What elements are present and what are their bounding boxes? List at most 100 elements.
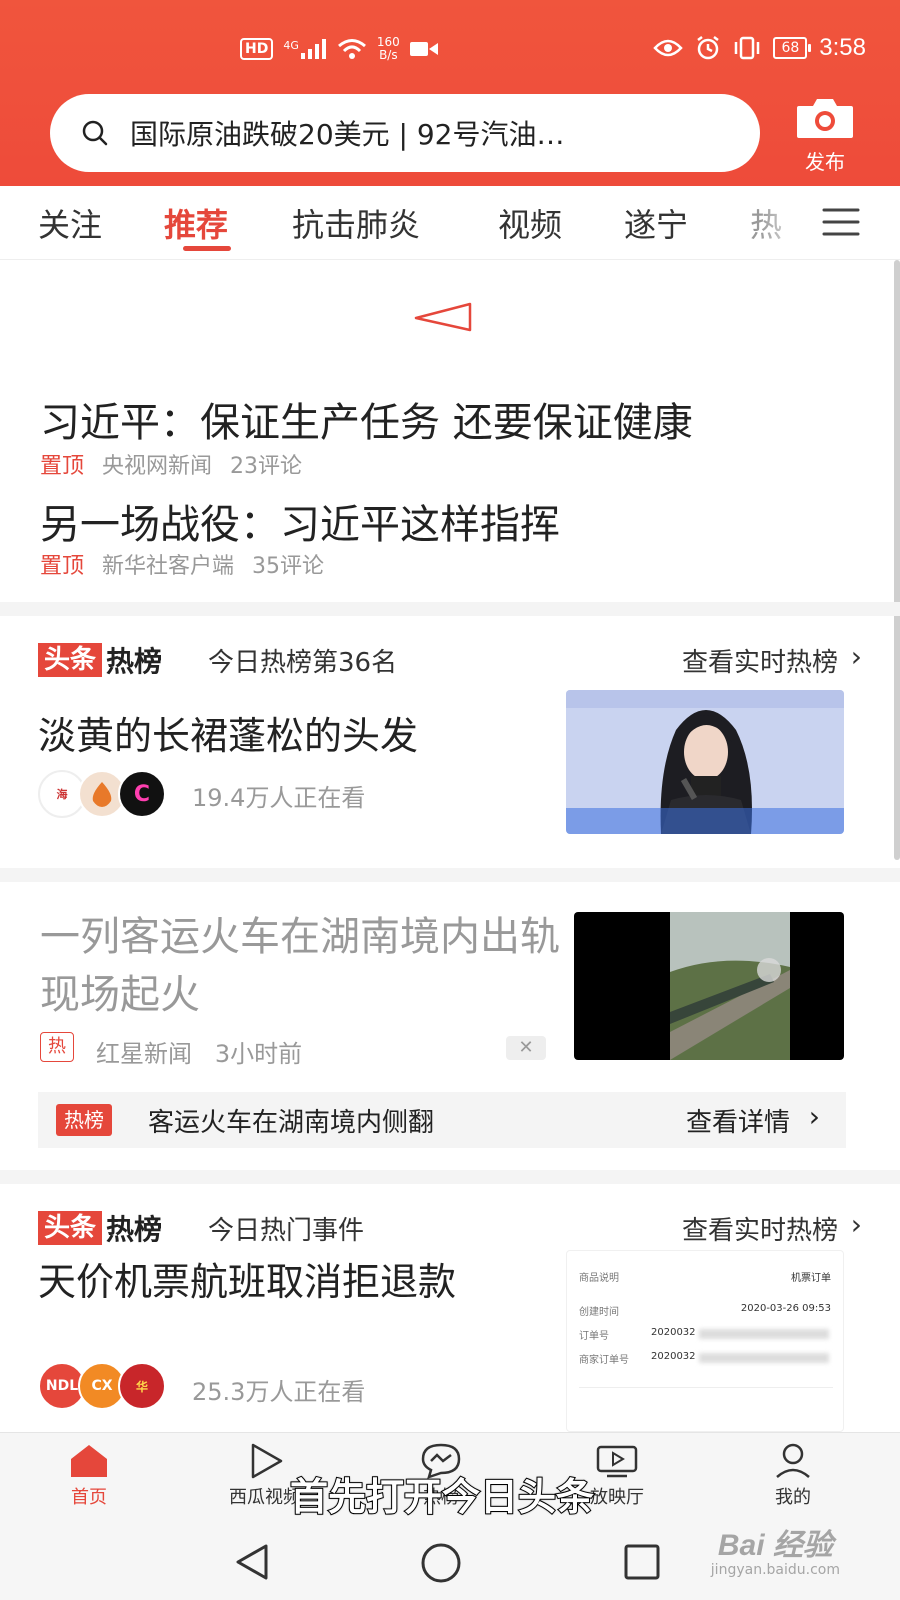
tv-icon (596, 1445, 638, 1478)
publish-button[interactable]: 发布 (780, 96, 870, 175)
logo-toutiao: 头条 (38, 643, 103, 677)
hot-list-badge: 热榜 (56, 1104, 112, 1136)
nav-profile[interactable]: 我的 (728, 1443, 858, 1509)
receipt-label: 订单号 (579, 1331, 609, 1342)
clock: 3:58 (819, 34, 866, 61)
nav-label: 首页 (71, 1487, 107, 1508)
section-divider (0, 602, 900, 616)
top-story-title[interactable]: 习近平：保证生产任务 还要保证健康 (40, 390, 693, 448)
news-time: 3小时前 (214, 1040, 303, 1068)
receipt-label: 商家订单号 (579, 1355, 629, 1366)
chevron-right-icon: › (808, 1100, 820, 1133)
camera-icon (797, 99, 853, 138)
section-divider (0, 1170, 900, 1184)
hot-banner-text: 客运火车在湖南境内侧翻 (148, 1108, 435, 1138)
publish-label: 发布 (805, 150, 845, 174)
home-icon (71, 1445, 107, 1477)
scrollbar[interactable] (894, 260, 900, 860)
alarm-icon (697, 36, 720, 60)
receipt-value: 机票订单 (791, 1273, 831, 1284)
receipt-thumbnail[interactable]: 商品说明 机票订单 创建时间 2020-03-26 09:53 订单号 2020… (566, 1250, 844, 1432)
receipt-label: 商品说明 (579, 1273, 619, 1284)
news-title[interactable]: 一列客运火车在湖南境内出轨 现场起火 (40, 908, 560, 1024)
view-hot-list-link[interactable]: 查看实时热榜 (682, 642, 838, 679)
hot-list-banner[interactable]: 热榜 客运火车在湖南境内侧翻 查看详情 › (38, 1092, 846, 1148)
source-avatars: 海 C (38, 770, 166, 818)
viewer-count: 25.3万人正在看 (192, 1378, 366, 1406)
channel-tabs: 关注 推荐 抗击肺炎 视频 遂宁 热 (0, 186, 900, 260)
singer-thumbnail[interactable] (566, 690, 844, 834)
hd-indicator: HD (240, 38, 274, 60)
story-source: 央视网新闻 (102, 454, 213, 479)
menu-icon[interactable] (822, 206, 860, 238)
recent-icon[interactable] (622, 1542, 662, 1582)
logo-rebang: 热榜 (106, 645, 163, 678)
tab-fight-pneumonia[interactable]: 抗击肺炎 (292, 200, 420, 246)
hot-rank-subtitle: 今日热榜第36名 (208, 648, 398, 678)
baidu-jingyan-watermark: Bai 经验 jingyan.baidu.com (711, 1520, 840, 1578)
back-icon[interactable] (232, 1542, 272, 1582)
eye-comfort-icon (653, 39, 684, 57)
hot-event-subtitle: 今日热门事件 (208, 1216, 365, 1246)
hot-story-title[interactable]: 淡黄的长裙蓬松的头发 (38, 710, 418, 762)
pinned-badge: 置顶 (40, 454, 85, 479)
person-icon (776, 1443, 810, 1478)
top-story-title[interactable]: 另一场战役：习近平这样指挥 (40, 492, 560, 550)
receipt-value: 2020032 (651, 1351, 696, 1362)
search-hint: 国际原油跌破20美元 | 92号汽油… (130, 118, 565, 151)
tab-suining[interactable]: 遂宁 (624, 200, 688, 246)
tab-recommend[interactable]: 推荐 (164, 200, 228, 246)
blurred-text (699, 1329, 829, 1339)
chevron-right-icon[interactable]: › (851, 640, 862, 673)
receipt-value: 2020032 (651, 1327, 696, 1338)
nav-home[interactable]: 首页 (24, 1443, 154, 1509)
tab-video[interactable]: 视频 (498, 200, 562, 246)
vibrate-icon (735, 36, 760, 60)
section-divider (0, 868, 900, 882)
news-source-name: 红星新闻 (96, 1040, 192, 1068)
story-source: 新华社客户端 (102, 554, 235, 579)
hot-story-title[interactable]: 天价机票航班取消拒退款 (38, 1256, 538, 1308)
train-video-thumbnail[interactable] (574, 912, 844, 1060)
search-icon (82, 120, 108, 146)
watermark-url: jingyan.baidu.com (710, 1562, 840, 1578)
hot-list-logo: 头条 热榜 (38, 640, 162, 680)
tab-fade (760, 186, 810, 258)
logo-toutiao: 头条 (38, 1211, 103, 1245)
comment-count: 23评论 (230, 454, 303, 479)
pinned-badge: 置顶 (40, 554, 85, 579)
chevron-right-icon[interactable]: › (851, 1208, 862, 1241)
receipt-label: 创建时间 (579, 1307, 619, 1318)
hot-tag: 热 (40, 1032, 74, 1062)
hot-list-logo: 头条 热榜 (38, 1208, 162, 1248)
active-tab-indicator (183, 246, 231, 251)
video-record-icon (409, 42, 438, 56)
status-bar: HD 4G 160 B/s 68 3:58 (0, 30, 900, 76)
comment-count: 35评论 (252, 554, 325, 579)
tab-follow[interactable]: 关注 (38, 200, 102, 246)
tutorial-caption: 首先打开今日头条 (289, 1474, 595, 1520)
blurred-text (699, 1353, 829, 1363)
logo-rebang: 热榜 (106, 1213, 163, 1246)
avatar: C (118, 770, 166, 818)
receipt-value: 2020-03-26 09:53 (740, 1303, 831, 1314)
top-header: HD 4G 160 B/s 68 3:58 国际原油跌破20美元 | 92号汽油… (0, 0, 900, 186)
search-bar[interactable]: 国际原油跌破20美元 | 92号汽油… (50, 94, 760, 172)
pull-refresh-icon (414, 302, 472, 332)
watermark-main: Bai 经验 (717, 1529, 833, 1562)
dismiss-button[interactable]: ✕ (506, 1036, 546, 1060)
play-icon (251, 1443, 283, 1479)
news-source: 红星新闻 3小时前 (96, 1034, 302, 1069)
viewer-count: 19.4万人正在看 (192, 784, 366, 812)
net-speed-unit: B/s (379, 48, 398, 62)
home-circle-icon[interactable] (420, 1542, 462, 1584)
nav-label: 我的 (775, 1487, 811, 1508)
signal-icon: 4G (283, 39, 327, 59)
wifi-icon (337, 39, 366, 59)
top-story-meta: 置顶 新华社客户端 35评论 (40, 548, 324, 580)
view-hot-list-link[interactable]: 查看实时热榜 (682, 1210, 838, 1247)
top-story-meta: 置顶 央视网新闻 23评论 (40, 448, 302, 480)
source-avatars: NDL CX 华 (38, 1362, 166, 1410)
view-details-link[interactable]: 查看详情 (686, 1102, 790, 1139)
battery-level: 68 (773, 37, 812, 59)
